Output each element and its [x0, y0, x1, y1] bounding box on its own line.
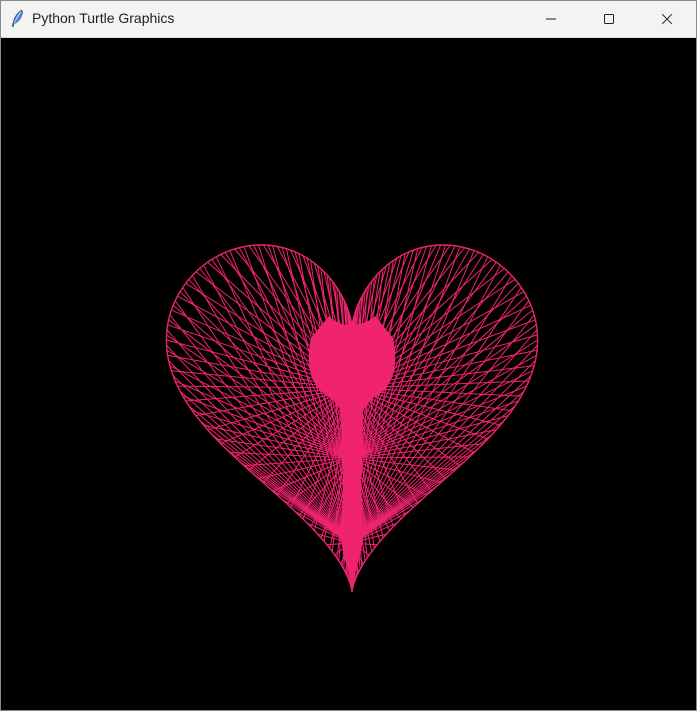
window-title: Python Turtle Graphics: [32, 10, 175, 26]
heart-drawing: [165, 244, 539, 593]
maximize-button[interactable]: [580, 1, 638, 37]
feather-icon: [9, 9, 25, 27]
close-button[interactable]: [638, 1, 696, 37]
minimize-button[interactable]: [522, 1, 580, 37]
turtle-window: Python Turtle Graphics: [0, 0, 697, 711]
close-icon: [661, 13, 673, 25]
window-controls: [522, 1, 696, 37]
maximize-icon: [604, 14, 614, 24]
minimize-icon: [546, 18, 556, 20]
turtle-canvas[interactable]: [1, 38, 696, 710]
title-bar[interactable]: Python Turtle Graphics: [1, 1, 696, 38]
